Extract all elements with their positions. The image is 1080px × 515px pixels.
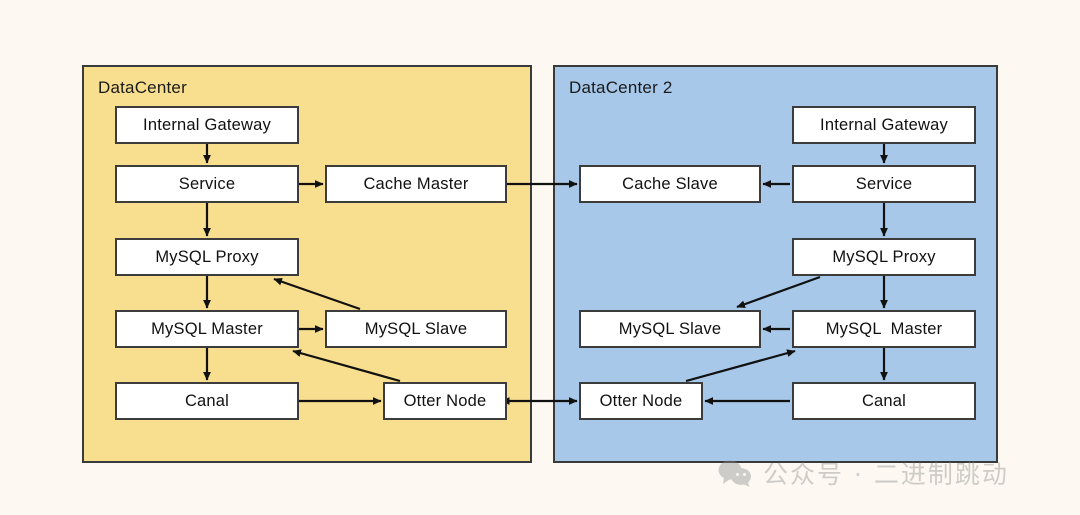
wechat-icon	[718, 459, 752, 487]
watermark-text: 公众号 · 二进制跳动	[763, 460, 1009, 489]
node-dc2-service[interactable]: Service	[792, 165, 976, 203]
node-dc2-mysql-proxy[interactable]: MySQL Proxy	[792, 238, 976, 276]
panel-title-datacenter-1: DataCenter	[98, 78, 187, 97]
panel-title-datacenter-2: DataCenter 2	[569, 78, 673, 97]
node-dc2-internal-gateway[interactable]: Internal Gateway	[792, 106, 976, 144]
node-dc1-cache-master[interactable]: Cache Master	[325, 165, 507, 203]
node-dc1-mysql-proxy[interactable]: MySQL Proxy	[115, 238, 299, 276]
node-dc1-canal[interactable]: Canal	[115, 382, 299, 420]
node-dc2-cache-slave[interactable]: Cache Slave	[579, 165, 761, 203]
node-dc2-mysql-master[interactable]: MySQL Master	[792, 310, 976, 348]
node-dc1-mysql-slave[interactable]: MySQL Slave	[325, 310, 507, 348]
diagram-canvas: DataCenter DataCenter 2 Internal Gateway…	[0, 0, 1080, 515]
node-dc1-internal-gateway[interactable]: Internal Gateway	[115, 106, 299, 144]
node-dc1-otter-node[interactable]: Otter Node	[383, 382, 507, 420]
node-dc2-otter-node[interactable]: Otter Node	[579, 382, 703, 420]
watermark: 公众号 · 二进制跳动	[718, 455, 1009, 491]
node-dc2-mysql-slave[interactable]: MySQL Slave	[579, 310, 761, 348]
node-dc1-mysql-master[interactable]: MySQL Master	[115, 310, 299, 348]
node-dc2-canal[interactable]: Canal	[792, 382, 976, 420]
node-dc1-service[interactable]: Service	[115, 165, 299, 203]
